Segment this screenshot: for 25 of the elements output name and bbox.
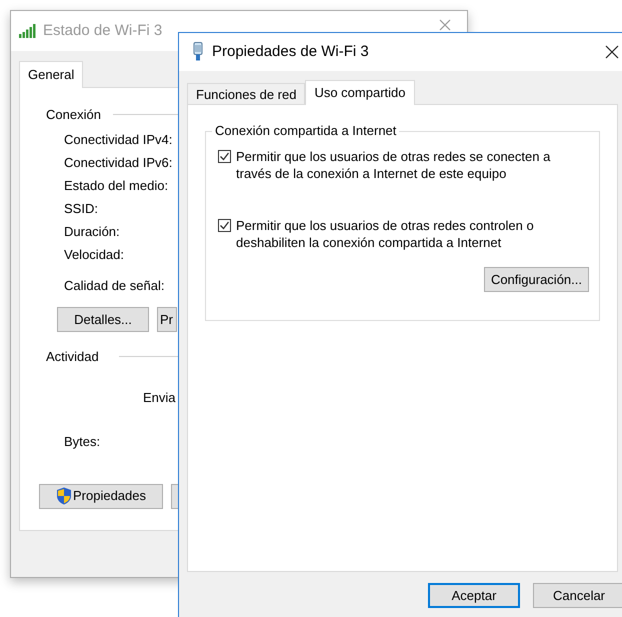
field-label: Conectividad IPv6:	[64, 154, 172, 172]
details-button[interactable]: Detalles...	[57, 307, 149, 332]
field-label: Estado del medio:	[64, 176, 168, 194]
field-label: Velocidad:	[64, 246, 124, 264]
field-label: Duración:	[64, 222, 120, 240]
field-label: Calidad de señal:	[64, 276, 164, 294]
section-heading: Actividad	[46, 348, 99, 366]
tab[interactable]: General	[19, 61, 84, 88]
field-label: SSID:	[64, 200, 98, 218]
group-legend: Conexión compartida a Internet	[212, 123, 400, 139]
column-label: Envia	[143, 388, 176, 406]
field-label: Bytes:	[64, 433, 100, 451]
settings-button[interactable]: Configuración...	[484, 267, 589, 292]
checkbox-label: Permitir que los usuarios de otras redes se conecten a través de la conexión a Internet de este equipo	[236, 148, 552, 182]
section-heading: Conexión	[46, 106, 101, 124]
properties-button[interactable]: Propiedades	[39, 484, 163, 508]
window-title: Propiedades de Wi-Fi 3	[212, 42, 369, 62]
window-title: Estado de Wi-Fi 3	[43, 20, 162, 41]
checkbox-label: Permitir que los usuarios de otras redes controlen o deshabiliten la conexión compartida a Internet	[236, 217, 535, 251]
field-label: Conectividad IPv4:	[64, 130, 172, 148]
cancel-button[interactable]: Cancelar	[533, 583, 622, 608]
tab[interactable]: Funciones de red	[187, 83, 306, 105]
tab[interactable]: Uso compartido	[305, 80, 414, 105]
details-button[interactable]: Pr	[157, 307, 177, 332]
ok-button[interactable]: Aceptar	[428, 583, 520, 608]
